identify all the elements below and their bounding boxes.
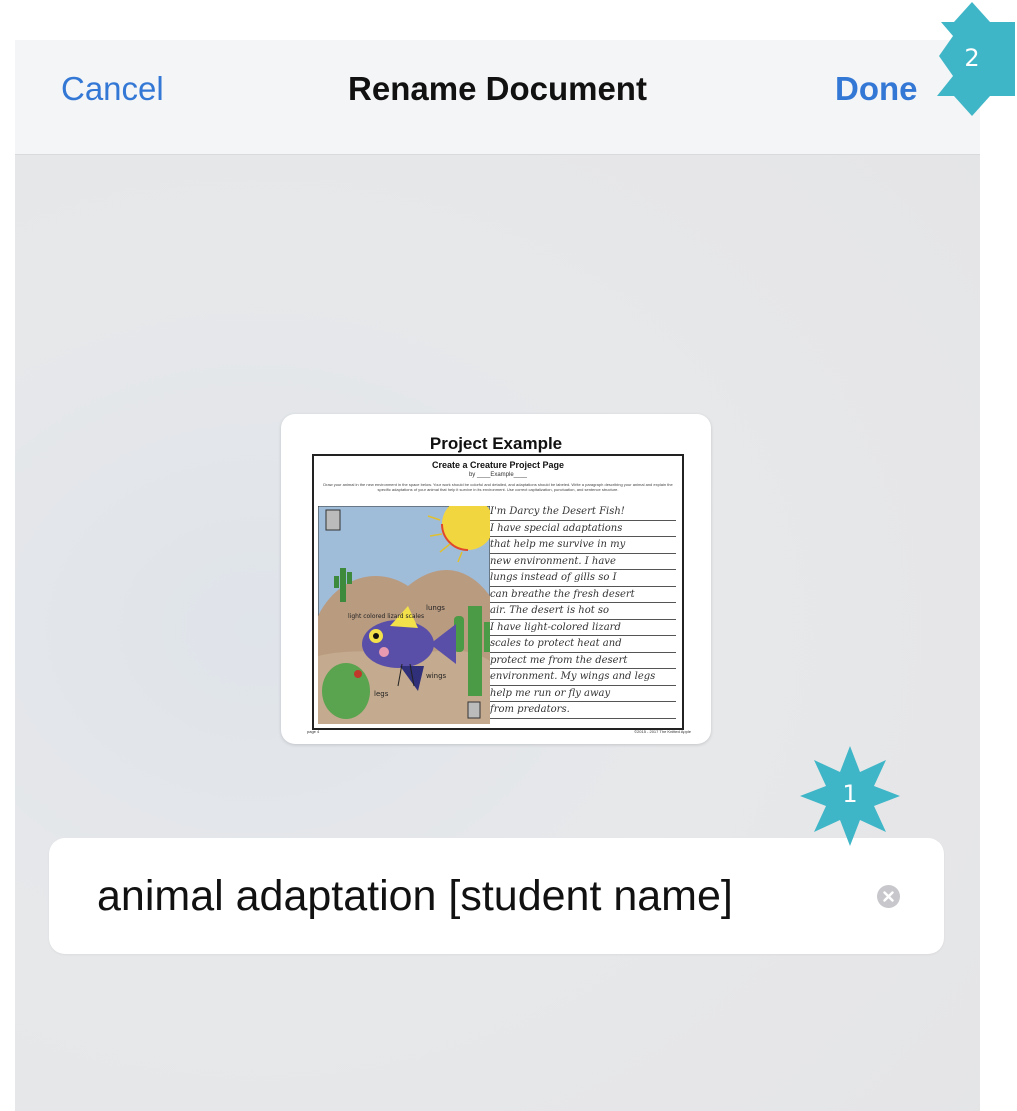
callout-number: 1: [842, 780, 858, 808]
paragraph-line: from predators.: [490, 702, 676, 719]
document-footer-copyright: ©2015 - 2017 The Knitted Apple: [634, 729, 691, 734]
paragraph-line: air. The desert is hot so: [490, 603, 676, 620]
paragraph-line: I'm Darcy the Desert Fish!: [490, 504, 676, 521]
paragraph-line: protect me from the desert: [490, 653, 676, 669]
document-instructions: Draw your animal in the new environment …: [323, 482, 673, 492]
callout-badge-1: 1: [800, 746, 900, 846]
document-byline: by ____Example____: [468, 472, 528, 478]
paragraph-line: scales to protect heat and: [490, 636, 676, 653]
paragraph-line: I have light-colored lizard: [490, 620, 676, 636]
document-paragraph: I'm Darcy the Desert Fish! I have specia…: [490, 504, 676, 722]
label-wings: wings: [426, 672, 447, 680]
label-scales: light colored lizard scales: [348, 613, 424, 620]
creature-drawing: light colored lizard scales lungs wings …: [318, 506, 490, 724]
callout-number: 2: [964, 44, 980, 72]
navigation-bar: Cancel Rename Document Done: [15, 40, 980, 155]
paragraph-line: that help me survive in my: [490, 537, 676, 554]
paragraph-line: environment. My wings and legs: [490, 669, 676, 686]
trash-can-icon: [325, 509, 341, 531]
callout-badge-2: 2: [927, 0, 1017, 118]
document-footer-page: page 4: [307, 729, 320, 734]
document-thumbnail: Project Example Create a Creature Projec…: [281, 414, 711, 744]
document-name-input[interactable]: [97, 858, 857, 934]
paragraph-line: can breathe the fresh desert: [490, 587, 676, 603]
prickly-pear-cactus: [322, 663, 370, 719]
paragraph-line: lungs instead of gills so I: [490, 570, 676, 587]
rename-document-screen: Cancel Rename Document Done Project Exam…: [15, 40, 980, 1111]
cactus-flower: [354, 670, 362, 678]
label-legs: legs: [374, 690, 389, 698]
done-button[interactable]: Done: [835, 70, 918, 108]
trash-can-icon-2: [467, 701, 481, 719]
label-lungs: lungs: [426, 604, 445, 612]
document-subtitle: Create a Creature Project Page: [431, 460, 565, 470]
paragraph-line: new environment. I have: [490, 554, 676, 570]
document-title: Project Example: [429, 434, 563, 453]
clear-x-icon: [883, 891, 894, 902]
clear-text-button[interactable]: [877, 885, 900, 908]
paragraph-line: help me run or fly away: [490, 686, 676, 702]
document-page-frame: Create a Creature Project Page by ____Ex…: [312, 454, 684, 730]
document-name-field: [49, 838, 944, 954]
paragraph-line: I have special adaptations: [490, 521, 676, 537]
